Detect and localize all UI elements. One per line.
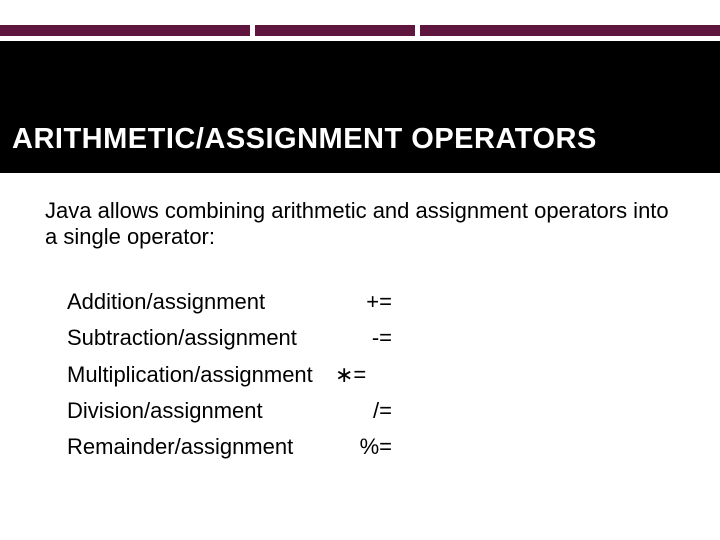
op-label: Division/assignment bbox=[67, 398, 342, 424]
op-symbol: ∗= bbox=[327, 362, 375, 388]
slide-title: ARITHMETIC/ASSIGNMENT OPERATORS bbox=[12, 123, 708, 156]
top-accent-bar bbox=[0, 25, 720, 36]
op-symbol: /= bbox=[342, 398, 392, 424]
op-row-addition: Addition/assignment += bbox=[67, 289, 685, 315]
op-label: Remainder/assignment bbox=[67, 434, 342, 460]
op-symbol: %= bbox=[342, 434, 392, 460]
title-band: ARITHMETIC/ASSIGNMENT OPERATORS bbox=[0, 41, 720, 173]
operator-list: Addition/assignment += Subtraction/assig… bbox=[67, 289, 685, 461]
op-label: Multiplication/assignment bbox=[67, 362, 327, 388]
op-symbol: += bbox=[342, 289, 392, 315]
op-label: Addition/assignment bbox=[67, 289, 342, 315]
op-row-multiplication: Multiplication/assignment ∗= bbox=[67, 362, 685, 388]
op-symbol: -= bbox=[342, 325, 392, 351]
slide-body: Java allows combining arithmetic and ass… bbox=[45, 198, 685, 471]
accent-seg-1 bbox=[0, 25, 250, 36]
slide: ARITHMETIC/ASSIGNMENT OPERATORS Java all… bbox=[0, 0, 720, 540]
intro-text: Java allows combining arithmetic and ass… bbox=[45, 198, 685, 251]
accent-seg-3 bbox=[420, 25, 720, 36]
op-label: Subtraction/assignment bbox=[67, 325, 342, 351]
op-row-remainder: Remainder/assignment %= bbox=[67, 434, 685, 460]
op-row-subtraction: Subtraction/assignment -= bbox=[67, 325, 685, 351]
accent-seg-2 bbox=[255, 25, 415, 36]
op-row-division: Division/assignment /= bbox=[67, 398, 685, 424]
